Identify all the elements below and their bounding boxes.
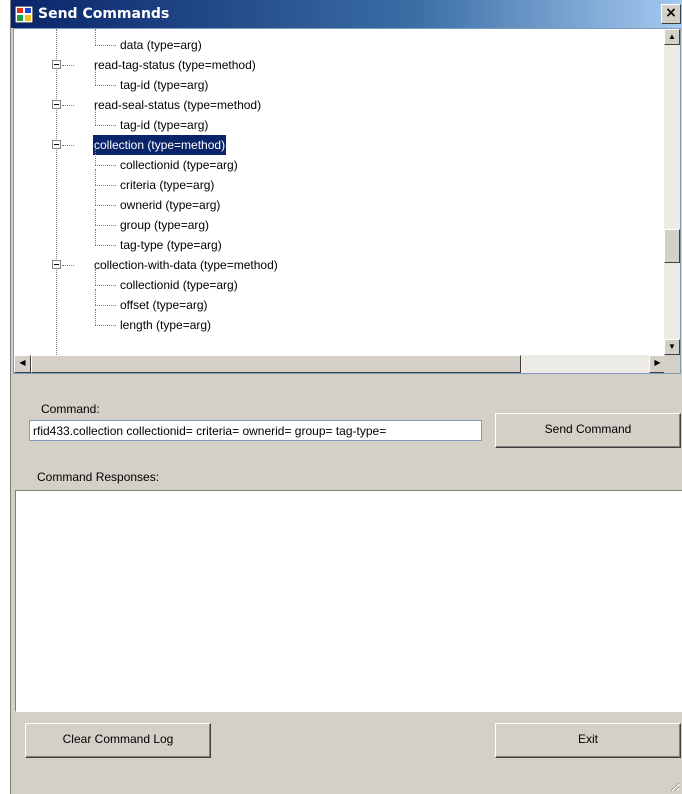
tree-arg-node[interactable]: collectionid (type=arg) bbox=[119, 155, 239, 175]
tree-line bbox=[95, 305, 116, 306]
tree-line bbox=[62, 265, 74, 266]
tree-line bbox=[95, 309, 96, 325]
tree-arg-node[interactable]: data (type=arg) bbox=[119, 35, 203, 55]
tree-arg-node[interactable]: length (type=arg) bbox=[119, 315, 212, 335]
tree-line bbox=[95, 185, 116, 186]
tree-arg-node[interactable]: offset (type=arg) bbox=[119, 295, 209, 315]
tree-line bbox=[95, 69, 96, 85]
tree-arg-node[interactable]: criteria (type=arg) bbox=[119, 175, 215, 195]
command-responses-label: Command Responses: bbox=[37, 470, 160, 484]
tree-arg-node[interactable]: ownerid (type=arg) bbox=[119, 195, 221, 215]
tree-horizontal-scrollbar[interactable]: ◀ ▶ bbox=[14, 355, 666, 373]
resize-grip-icon[interactable] bbox=[668, 780, 680, 792]
tree-arg-node[interactable]: tag-id (type=arg) bbox=[119, 115, 209, 135]
title-bar[interactable]: Send Commands × bbox=[11, 0, 682, 28]
tree-line bbox=[95, 85, 116, 86]
tree-line bbox=[95, 149, 96, 165]
tree-line bbox=[56, 29, 57, 355]
tree-line bbox=[95, 269, 96, 285]
command-label: Command: bbox=[41, 402, 100, 416]
tree-method-node[interactable]: read-tag-status (type=method) bbox=[93, 55, 257, 75]
collapse-icon bbox=[52, 260, 61, 269]
tree-arg-node[interactable]: group (type=arg) bbox=[119, 215, 210, 235]
tree-arg-node[interactable]: tag-id (type=arg) bbox=[119, 75, 209, 95]
close-button[interactable]: × bbox=[661, 4, 681, 24]
tree-line bbox=[95, 125, 116, 126]
command-responses-log[interactable] bbox=[15, 490, 682, 712]
tree-line bbox=[95, 285, 116, 286]
tree-line bbox=[95, 289, 96, 305]
tree-line bbox=[95, 169, 96, 185]
tree-method-node[interactable]: collection-with-data (type=method) bbox=[93, 255, 279, 275]
command-input[interactable] bbox=[29, 420, 482, 441]
send-command-button[interactable]: Send Command bbox=[495, 413, 681, 448]
horizontal-scroll-thumb[interactable] bbox=[31, 355, 521, 373]
tree-method-node[interactable]: read-seal-status (type=method) bbox=[93, 95, 262, 115]
tree-arg-node[interactable]: collectionid (type=arg) bbox=[119, 275, 239, 295]
tree-line bbox=[62, 65, 74, 66]
tree-line bbox=[95, 205, 116, 206]
clear-command-log-button[interactable]: Clear Command Log bbox=[25, 723, 211, 758]
tree-canvas: data (type=arg) read-tag-status (type=met… bbox=[14, 29, 666, 355]
send-commands-window: Send Commands × data (type=arg) read-tag-… bbox=[10, 0, 682, 794]
collapse-icon bbox=[52, 140, 61, 149]
tree-line bbox=[95, 29, 96, 45]
close-icon: × bbox=[665, 5, 677, 21]
tree-line bbox=[62, 105, 74, 106]
tree-line bbox=[95, 225, 116, 226]
tree-line bbox=[95, 209, 96, 225]
tree-line bbox=[95, 229, 96, 245]
tree-line bbox=[95, 45, 116, 46]
scroll-left-button[interactable]: ◀ bbox=[14, 355, 31, 373]
tree-arg-node[interactable]: tag-type (type=arg) bbox=[119, 235, 223, 255]
command-tree[interactable]: data (type=arg) read-tag-status (type=met… bbox=[13, 28, 681, 374]
tree-line bbox=[95, 245, 116, 246]
scroll-up-button[interactable]: ▲ bbox=[664, 29, 680, 45]
tree-line bbox=[95, 325, 116, 326]
tree-line bbox=[62, 145, 74, 146]
tree-line bbox=[95, 165, 116, 166]
vertical-scroll-thumb[interactable] bbox=[664, 229, 680, 263]
scroll-corner bbox=[664, 355, 680, 373]
window-title: Send Commands bbox=[38, 6, 170, 22]
app-icon bbox=[15, 6, 33, 23]
collapse-icon bbox=[52, 100, 61, 109]
tree-line bbox=[95, 189, 96, 205]
tree-vertical-scrollbar[interactable]: ▲ ▼ bbox=[664, 29, 680, 355]
tree-method-node[interactable]: collection (type=method) bbox=[91, 134, 228, 156]
collapse-icon bbox=[52, 60, 61, 69]
tree-line bbox=[95, 109, 96, 125]
exit-button[interactable]: Exit bbox=[495, 723, 681, 758]
scroll-down-button[interactable]: ▼ bbox=[664, 339, 680, 355]
